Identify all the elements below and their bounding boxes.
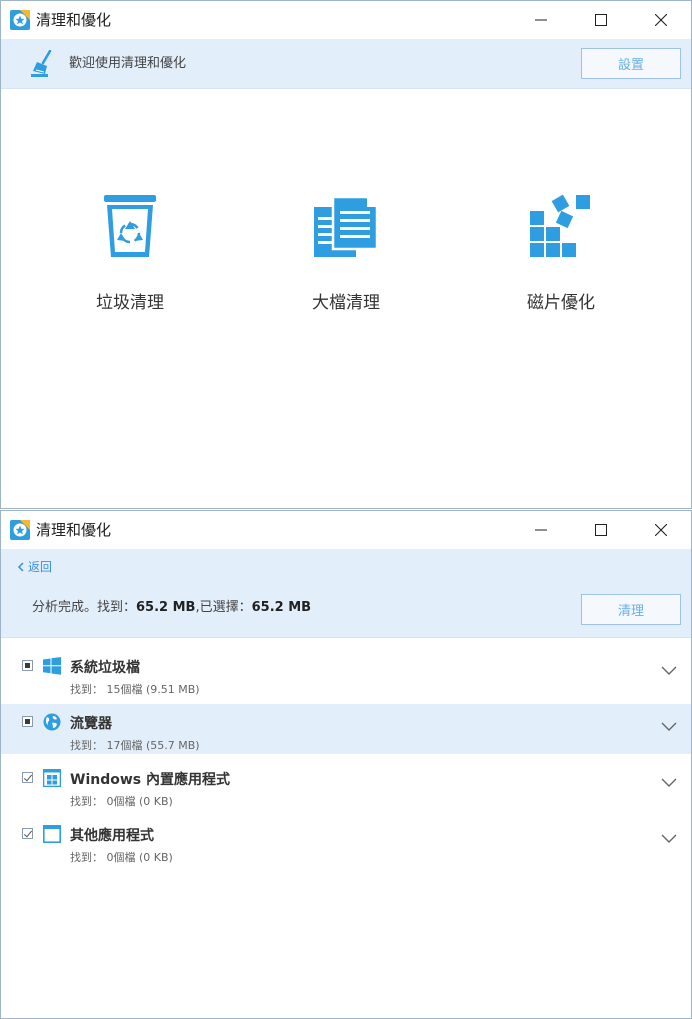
close-button[interactable] [631,511,691,549]
settings-button[interactable]: 設置 [581,48,681,79]
windows-app-icon [43,769,61,787]
close-icon [655,524,667,536]
window-title: 清理和優化 [36,521,112,539]
analysis-summary: 分析完成。找到：65.2 MB,已選擇：65.2 MB [32,596,311,615]
globe-icon [43,713,61,731]
minimize-icon [535,19,547,21]
title-bar[interactable]: 清理和優化 [1,511,691,549]
junk-clean-label: 垃圾清理 [96,293,164,313]
category-checkbox[interactable] [22,660,33,671]
large-file-clean-label: 大檔清理 [312,293,380,313]
category-name: 其他應用程式 [70,828,154,844]
summary-prefix: 分析完成。找到： [32,600,137,615]
junk-clean-tool[interactable]: 垃圾清理 [55,189,205,313]
app-logo-icon [10,520,30,540]
category-checkbox[interactable] [22,828,33,839]
large-files-icon [314,195,379,257]
chevron-down-icon[interactable] [661,778,677,788]
recycle-bin-icon [104,195,156,257]
app-logo-icon [10,10,30,30]
selected-size: 65.2 MB [251,600,312,615]
category-name: 流覽器 [70,716,112,732]
windows-logo-icon [43,657,61,675]
chevron-left-icon [17,561,24,572]
category-name: 系統垃圾檔 [70,660,140,676]
app-window-icon [43,825,61,843]
category-row-browser[interactable]: 流覽器 找到： 17個檔 (55.7 MB) [1,704,691,754]
large-file-clean-tool[interactable]: 大檔清理 [271,189,421,313]
minimize-button[interactable] [511,1,571,39]
home-window: 清理和優化 歡迎使用清理和優化 設置 垃圾清理 大檔清理 磁片優化 [0,0,692,509]
category-row-system-junk[interactable]: 系統垃圾檔 找到： 15個檔 (9.51 MB) [1,648,691,698]
results-window: 清理和優化 返回 分析完成。找到：65.2 MB,已選擇：65.2 MB 清理 … [0,510,692,1019]
analysis-banner: 返回 分析完成。找到：65.2 MB,已選擇：65.2 MB 清理 [1,549,691,638]
broom-icon [31,50,52,77]
title-bar[interactable]: 清理和優化 [1,1,691,39]
close-icon [655,14,667,26]
category-detail: 找到： 15個檔 (9.51 MB) [70,683,200,696]
disk-defrag-icon [530,194,590,257]
category-name: Windows 內置應用程式 [70,772,230,788]
chevron-down-icon[interactable] [661,666,677,676]
minimize-button[interactable] [511,511,571,549]
welcome-text: 歡迎使用清理和優化 [69,56,187,71]
window-title: 清理和優化 [36,11,112,29]
back-link[interactable]: 返回 [17,558,52,575]
clean-button[interactable]: 清理 [581,594,681,625]
category-detail: 找到： 0個檔 (0 KB) [70,851,173,864]
maximize-button[interactable] [571,1,631,39]
category-row-other-apps[interactable]: 其他應用程式 找到： 0個檔 (0 KB) [1,816,691,866]
minimize-icon [535,529,547,531]
found-size: 65.2 MB [136,600,196,615]
category-detail: 找到： 17個檔 (55.7 MB) [70,739,200,752]
back-label: 返回 [28,560,53,574]
close-button[interactable] [631,1,691,39]
chevron-down-icon[interactable] [661,722,677,732]
maximize-icon [595,14,607,26]
welcome-banner: 歡迎使用清理和優化 設置 [1,39,691,89]
category-detail: 找到： 0個檔 (0 KB) [70,795,173,808]
chevron-down-icon[interactable] [661,834,677,844]
category-checkbox[interactable] [22,716,33,727]
selected-prefix: ,已選擇： [195,600,252,615]
disk-defrag-tool[interactable]: 磁片優化 [486,189,636,313]
category-row-windows-apps[interactable]: Windows 內置應用程式 找到： 0個檔 (0 KB) [1,760,691,810]
maximize-icon [595,524,607,536]
disk-defrag-label: 磁片優化 [527,293,595,313]
category-checkbox[interactable] [22,772,33,783]
maximize-button[interactable] [571,511,631,549]
